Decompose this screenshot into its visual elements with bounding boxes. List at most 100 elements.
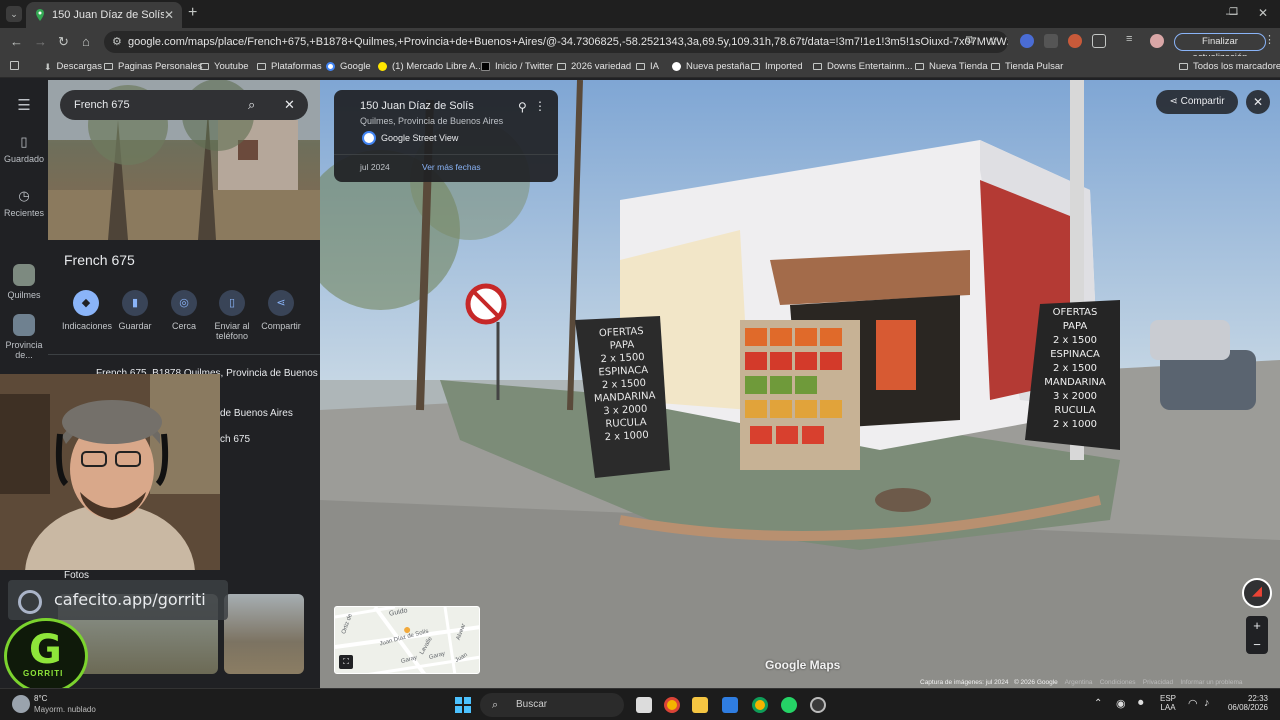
windows-start-icon[interactable] [455,697,471,713]
nearby-button[interactable]: ◎ Cerca [160,290,208,331]
address-subtitle: Quilmes, Provincia de Buenos Aires [360,116,504,126]
bookmark-folder[interactable]: Tienda Pulsar [991,61,1063,72]
browser-menu-icon[interactable]: ⋮ [1264,33,1278,47]
search-input[interactable]: French 675 [74,99,130,111]
task-view-icon[interactable] [636,697,652,713]
weather-desc: Mayorm. nublado [34,705,96,714]
zoom-out-button[interactable]: − [1246,635,1268,654]
all-bookmarks-folder[interactable]: Todos los marcadores [1179,61,1280,72]
nearby-icon: ◎ [171,290,197,316]
privacy-link[interactable]: Privacidad [1143,679,1173,686]
extension-icon[interactable] [1068,34,1082,48]
more-options-icon[interactable]: ⋮ [534,99,546,113]
bookmark-folder[interactable]: Downs Entertainm... [813,61,913,72]
close-street-view-button[interactable]: ✕ [1246,90,1270,114]
update-button[interactable]: Finalizar actualización [1174,33,1266,63]
site-info-icon[interactable]: ⚙ [112,31,122,53]
clock[interactable]: 22:33 06/08/2026 [1222,694,1268,712]
back-icon[interactable]: ← [10,34,23,49]
cafecito-icon [18,590,42,614]
report-problem-link[interactable]: Informar un problema [1180,679,1242,686]
apps-icon[interactable] [10,61,24,70]
taskbar-search[interactable]: ⌕ Buscar [480,693,624,717]
extension-icon[interactable] [1020,34,1034,48]
google-logo-icon [362,131,376,145]
microphone-icon[interactable]: ⏺ [1138,697,1144,710]
bookmark-folder[interactable]: 2026 variedad [557,61,631,72]
bookmark-folder[interactable]: Imported [751,61,803,72]
media-control-icon[interactable]: ≡ [1126,33,1140,47]
expand-map-icon[interactable]: ⛶ [339,655,353,669]
minimap[interactable]: Guido Ortiz de Juan Díaz de Solís Lavall… [334,606,480,674]
bookmark-mercadolibre[interactable]: (1) Mercado Libre A... [378,61,483,72]
volume-icon[interactable]: ♪ [1204,697,1210,709]
wifi-icon[interactable]: ◠ [1188,697,1198,710]
more-dates-link[interactable]: Ver más fechas [422,162,481,172]
phone-icon: ▯ [219,290,245,316]
terms-link[interactable]: Condiciones [1100,679,1136,686]
tab-strip: ⌄ 150 Juan Díaz de Solís - Google ✕ + — … [0,0,1280,28]
window-close-icon[interactable]: ✕ [1258,6,1268,20]
close-tab-icon[interactable]: ✕ [164,8,174,22]
tray-overflow-icon[interactable]: ⌃ [1094,698,1102,709]
reload-icon[interactable]: ↻ [58,34,69,50]
clear-search-icon[interactable]: ✕ [284,90,295,120]
home-icon[interactable]: ⌂ [82,34,90,49]
bookmark-nueva-pestana[interactable]: Nueva pestaña [672,61,750,72]
url-text: google.com/maps/place/French+675,+B1878+… [128,36,1008,48]
saved-nav[interactable]: ▯ Guardado [0,134,48,164]
bookmark-twitter[interactable]: Inicio / Twitter [481,61,553,72]
minimap-roads [335,607,479,673]
language-indicator[interactable]: ESP LAA [1160,694,1176,712]
maximize-icon[interactable]: ❐ [1229,7,1238,18]
bookmark-folder[interactable]: Youtube [200,61,249,72]
share-button[interactable]: ⋖ Compartir [257,290,305,331]
photo-thumbnail[interactable] [224,594,304,674]
search-box[interactable]: French 675 ⌕ ✕ [60,90,308,120]
weather-icon[interactable] [12,695,30,713]
extension-icon[interactable] [1044,34,1058,48]
recents-nav[interactable]: ◷ Recientes [0,188,48,218]
recent-place-quilmes[interactable]: Quilmes [0,264,48,300]
directions-button[interactable]: ◆ Indicaciones [62,290,112,331]
new-tab-button[interactable]: + [188,4,197,22]
maps-favicon-icon [36,9,44,21]
search-icon: ⌕ [492,699,499,711]
file-explorer-icon[interactable] [692,697,708,713]
browser-toolbar: ← → ↻ ⌂ ⚙ google.com/maps/place/French+6… [0,28,1280,56]
menu-icon[interactable]: ☰ [0,96,48,114]
extensions-puzzle-icon[interactable] [1092,34,1106,48]
address-bar[interactable]: ⚙ google.com/maps/place/French+675,+B187… [104,31,1008,53]
search-icon[interactable]: ⌕ [248,90,255,120]
map-pin-icon[interactable]: ⚲ [518,100,527,114]
bookmark-folder[interactable]: Nueva Tienda [915,61,988,72]
bookmark-descargas[interactable]: ⬇ Descargas [44,61,102,72]
chrome-icon[interactable] [664,697,680,713]
tab-title: 150 Juan Díaz de Solís - Google [52,9,164,21]
install-app-icon[interactable]: ⧉ [966,34,974,47]
bookmark-folder[interactable]: IA [636,61,659,72]
chrome-active-icon[interactable] [752,697,768,713]
obs-icon[interactable] [810,697,826,713]
whatsapp-icon[interactable] [781,697,797,713]
save-button[interactable]: ▮ Guardar [111,290,159,331]
tray-app-icon[interactable]: ◉ [1116,697,1126,710]
browser-tab[interactable]: 150 Juan Díaz de Solís - Google ✕ [26,2,182,28]
forward-icon[interactable]: → [34,34,47,49]
bookmark-folder[interactable]: Paginas Personales [104,61,203,72]
send-to-phone-button[interactable]: ▯ Enviar al teléfono [208,290,256,341]
logo-brand: GORRITI [23,669,64,678]
history-icon: ◷ [18,188,30,203]
compass-icon[interactable]: ◢ [1242,578,1272,608]
bookmark-folder[interactable]: Plataformas [257,61,322,72]
zoom-in-button[interactable]: + [1246,616,1268,635]
bookmark-star-icon[interactable]: ☆ [988,34,999,48]
share-street-view-button[interactable]: ⋖ Compartir [1156,90,1238,114]
directions-icon: ◆ [73,290,99,316]
bookmark-google[interactable]: Google [326,61,371,72]
profile-avatar[interactable] [1150,34,1164,48]
app-icon[interactable] [722,697,738,713]
address-text-2: de Buenos Aires [220,408,293,419]
recent-place-provincia[interactable]: Provincia de... [0,314,48,360]
tab-search-button[interactable]: ⌄ [6,6,22,22]
